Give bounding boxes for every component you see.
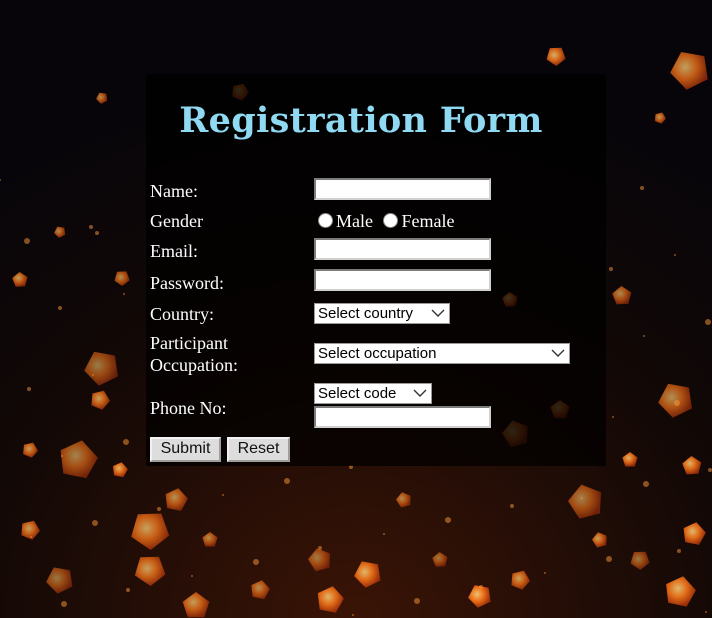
password-label: Password: <box>150 273 225 293</box>
radio-unselected-icon[interactable] <box>318 213 333 228</box>
reset-button[interactable]: Reset <box>227 437 290 462</box>
country-label: Country: <box>150 304 215 324</box>
spark-dot <box>705 319 711 325</box>
spark-dot <box>123 293 125 295</box>
spark-dot <box>89 225 93 229</box>
submit-button[interactable]: Submit <box>150 437 221 462</box>
phone-code-select-value: Select code <box>318 385 397 402</box>
spark-dot <box>609 267 613 271</box>
spark-dot <box>705 611 707 613</box>
country-select-value: Select country <box>318 305 414 322</box>
occupation-select-value: Select occupation <box>318 345 437 362</box>
gender-label: Gender <box>150 211 203 231</box>
spark-dot <box>126 588 130 592</box>
chevron-down-icon <box>431 309 445 317</box>
name-field[interactable] <box>314 178 491 200</box>
gender-radio-group: Male Female <box>318 211 454 232</box>
spark-dot <box>92 374 94 376</box>
name-label: Name: <box>150 181 198 201</box>
spark-dot <box>674 254 676 256</box>
spark-dot <box>284 478 290 484</box>
spark-dot <box>643 335 645 337</box>
spark-dot <box>253 559 259 565</box>
radio-unselected-icon[interactable] <box>383 213 399 228</box>
spark-dot <box>61 455 63 457</box>
spark-dot <box>92 520 98 526</box>
spark-dot <box>643 481 649 487</box>
password-field[interactable] <box>314 269 491 291</box>
spark-dot <box>581 497 583 499</box>
spark-dot <box>157 507 161 511</box>
country-select[interactable]: Select country <box>314 303 450 324</box>
spark-dot <box>510 504 514 508</box>
spark-dot <box>606 556 612 562</box>
chevron-down-icon <box>413 389 427 397</box>
spark-dot <box>61 601 67 607</box>
spark-dot <box>95 231 99 235</box>
phone-label: Phone No: <box>150 398 227 418</box>
spark-dot <box>352 614 354 616</box>
spark-dot <box>58 306 62 310</box>
spark-dot <box>708 468 712 472</box>
email-label: Email: <box>150 241 198 261</box>
spark-dot <box>674 400 680 406</box>
chevron-down-icon <box>551 349 565 357</box>
spark-dot <box>318 546 322 550</box>
spark-dot <box>24 238 30 244</box>
occupation-label: Participant Occupation: <box>150 332 238 376</box>
occupation-select[interactable]: Select occupation <box>314 343 570 364</box>
spark-dot <box>544 572 546 574</box>
phone-code-select[interactable]: Select code <box>314 383 432 404</box>
occupation-label-line1: Participant <box>150 333 228 353</box>
email-field[interactable] <box>314 238 491 260</box>
spark-dot <box>27 387 31 391</box>
spark-dot <box>612 416 614 418</box>
phone-field[interactable] <box>314 406 491 428</box>
gender-option-male[interactable]: Male <box>336 211 373 231</box>
occupation-label-line2: Occupation: <box>150 355 238 375</box>
spark-dot <box>191 575 193 577</box>
spark-dot <box>677 549 681 553</box>
spark-dot <box>414 598 420 604</box>
spark-dot <box>30 536 32 538</box>
spark-dot <box>123 439 129 445</box>
gender-option-female[interactable]: Female <box>401 211 454 231</box>
spark-dot <box>445 517 451 523</box>
spark-dot <box>640 186 644 190</box>
spark-dot <box>222 494 224 496</box>
spark-dot <box>383 533 385 535</box>
page-title: Registration Form <box>179 100 543 141</box>
spark-dot <box>479 585 483 589</box>
